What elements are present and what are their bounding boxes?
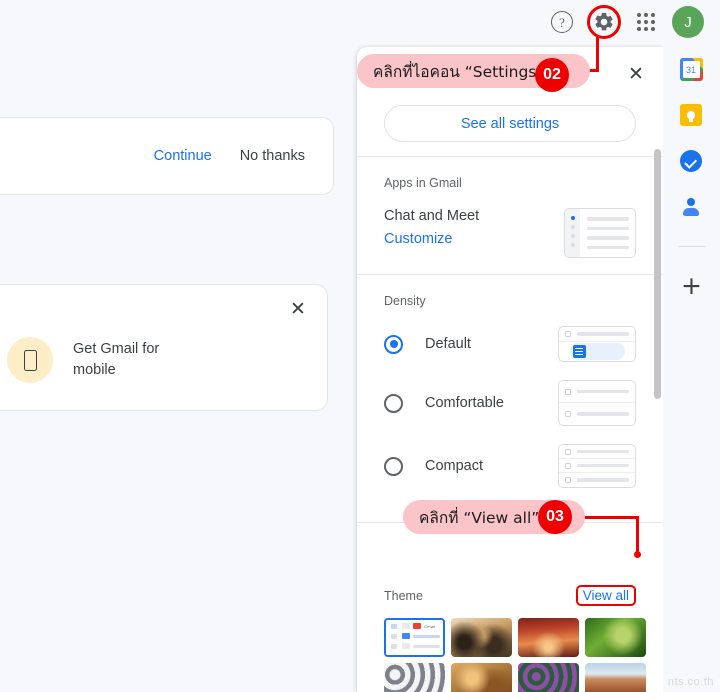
close-icon[interactable]: ✕ bbox=[623, 61, 649, 87]
panel-scrollbar-thumb[interactable] bbox=[654, 149, 661, 399]
density-preview-comfortable bbox=[558, 380, 636, 426]
annotation-badge-03: 03 bbox=[538, 500, 572, 534]
theme-thumb-canyon[interactable] bbox=[518, 618, 579, 657]
see-all-settings-button[interactable]: See all settings bbox=[384, 105, 636, 142]
account-button[interactable]: J bbox=[668, 2, 708, 42]
theme-thumb-dry-leaves[interactable] bbox=[451, 663, 512, 692]
promo-card: Continue No thanks bbox=[0, 117, 334, 195]
density-option-comfortable[interactable]: Comfortable bbox=[384, 380, 636, 426]
side-app-rail: 31 + bbox=[663, 44, 720, 692]
close-icon[interactable]: ✕ bbox=[286, 297, 310, 321]
density-label: Compact bbox=[425, 458, 484, 474]
chat-and-meet-row: Chat and Meet Customize bbox=[384, 208, 636, 258]
theme-header: Theme View all bbox=[384, 585, 636, 606]
chat-preview-thumbnail bbox=[564, 208, 636, 258]
density-label: Comfortable bbox=[425, 395, 504, 411]
gear-highlight-ring bbox=[587, 5, 621, 39]
mobile-card-body: Get Gmail for mobile bbox=[7, 337, 159, 383]
annotation-arrow-dot-03 bbox=[634, 551, 641, 558]
theme-thumb-default-light[interactable]: Gmail bbox=[384, 618, 445, 657]
watermark: nts.co.th bbox=[667, 676, 714, 688]
density-preview-compact bbox=[558, 444, 636, 488]
theme-thumb-mesa[interactable] bbox=[585, 663, 646, 692]
theme-thumb-leaf[interactable] bbox=[585, 618, 646, 657]
settings-button[interactable] bbox=[584, 2, 624, 42]
phone-icon-badge bbox=[7, 337, 53, 383]
section-title: Theme bbox=[384, 588, 423, 603]
theme-mock-label: Gmail bbox=[424, 623, 436, 629]
apps-in-gmail-section: Apps in Gmail Chat and Meet Customize bbox=[357, 157, 663, 274]
radio-default[interactable] bbox=[384, 334, 403, 354]
density-section: Density Default Comfortable Compact bbox=[357, 275, 663, 522]
annotation-number-02: 02 bbox=[543, 66, 561, 83]
google-keep-icon[interactable] bbox=[679, 104, 704, 128]
radio-compact[interactable] bbox=[384, 456, 403, 476]
quick-settings-panel: ✕ See all settings Apps in Gmail Chat an… bbox=[357, 47, 663, 692]
theme-thumb-spheres[interactable] bbox=[384, 663, 445, 692]
section-title: Density bbox=[384, 294, 426, 308]
help-button[interactable]: ? bbox=[542, 2, 582, 42]
mobile-card-line1: Get Gmail for bbox=[73, 341, 160, 358]
avatar-initial: J bbox=[684, 13, 692, 31]
top-header-bar: ? J bbox=[0, 0, 720, 44]
theme-thumb-grapes[interactable] bbox=[518, 663, 579, 692]
phone-icon bbox=[23, 349, 37, 371]
theme-thumb-chess[interactable] bbox=[451, 618, 512, 657]
apps-grid-icon bbox=[637, 13, 655, 31]
google-contacts-icon[interactable] bbox=[680, 196, 704, 220]
help-circle-icon: ? bbox=[551, 11, 573, 33]
chat-and-meet-labels: Chat and Meet Customize bbox=[384, 208, 479, 247]
google-tasks-icon[interactable] bbox=[679, 150, 704, 174]
calendar-date-label: 31 bbox=[682, 61, 700, 78]
mail-content-area: Continue No thanks ✕ Get Gmail for mobil… bbox=[0, 44, 357, 692]
theme-thumbnail-grid: Gmail bbox=[384, 618, 646, 692]
density-option-compact[interactable]: Compact bbox=[384, 444, 636, 488]
continue-button[interactable]: Continue bbox=[154, 148, 212, 164]
add-addon-button[interactable]: + bbox=[681, 273, 702, 298]
help-glyph: ? bbox=[559, 14, 565, 30]
view-all-link[interactable]: View all bbox=[575, 585, 636, 606]
radio-comfortable[interactable] bbox=[384, 393, 403, 413]
annotation-number-03: 03 bbox=[546, 508, 564, 525]
see-all-settings-wrap: See all settings bbox=[357, 105, 663, 156]
google-apps-button[interactable] bbox=[626, 2, 666, 42]
google-calendar-icon[interactable]: 31 bbox=[679, 58, 704, 82]
get-gmail-mobile-card: ✕ Get Gmail for mobile bbox=[0, 284, 328, 411]
section-title: Apps in Gmail bbox=[384, 176, 462, 190]
customize-link[interactable]: Customize bbox=[384, 231, 479, 247]
mobile-card-line2: mobile bbox=[73, 362, 116, 378]
annotation-text-03: คลิกที่ “View all” bbox=[419, 508, 540, 527]
density-option-default[interactable]: Default bbox=[384, 326, 636, 362]
annotation-text-02: คลิกที่ไอคอน “Settings” bbox=[373, 62, 545, 81]
annotation-line-02-vertical bbox=[596, 36, 599, 72]
avatar: J bbox=[672, 6, 704, 38]
rail-divider bbox=[678, 246, 705, 247]
chat-and-meet-label: Chat and Meet bbox=[384, 208, 480, 224]
mobile-card-text: Get Gmail for mobile bbox=[73, 339, 159, 380]
density-label: Default bbox=[425, 336, 471, 352]
annotation-line-03-vertical bbox=[636, 516, 639, 555]
density-preview-default bbox=[558, 326, 636, 362]
theme-section: Theme View all Gmail bbox=[357, 523, 663, 692]
no-thanks-button[interactable]: No thanks bbox=[240, 148, 305, 164]
annotation-badge-02: 02 bbox=[535, 58, 569, 92]
